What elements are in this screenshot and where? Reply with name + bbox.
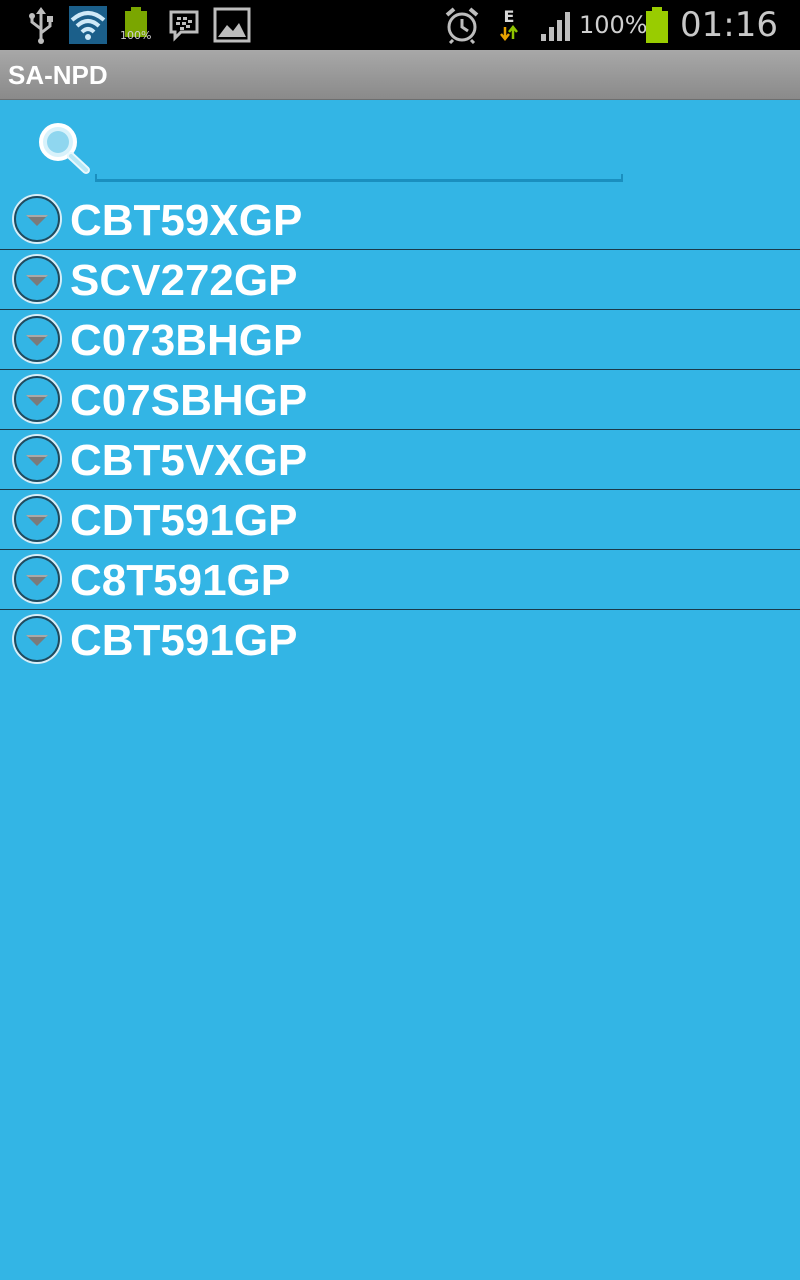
network-type-label: E [503,7,515,26]
expand-arrow-icon[interactable] [9,313,65,369]
expandable-list: CBT59XGP SCV272GP C073BHGP C07SBHGP CBT5… [0,190,800,670]
bbm-icon [166,0,202,50]
list-item-label: CBT5VXGP [70,436,308,485]
gallery-icon [212,0,252,50]
list-item-label: CDT591GP [70,496,298,545]
list-item[interactable]: C073BHGP [0,310,800,370]
expand-arrow-icon[interactable] [9,433,65,489]
list-item[interactable]: CBT591GP [0,610,800,670]
expand-arrow-icon[interactable] [9,373,65,429]
data-edge-icon: E [494,0,524,50]
list-item[interactable]: CBT5VXGP [0,430,800,490]
battery-icon [644,0,670,50]
search-bar [0,100,800,190]
wifi-icon [68,0,108,50]
list-item[interactable]: SCV272GP [0,250,800,310]
list-item-label: C07SBHGP [70,376,308,425]
signal-icon [538,0,576,50]
usb-icon [24,0,58,50]
list-item[interactable]: CBT59XGP [0,190,800,250]
status-bar: 100% E 100% 01:16 [0,0,800,50]
search-icon[interactable] [34,118,94,178]
list-item-label: C8T591GP [70,556,291,605]
expand-arrow-icon[interactable] [9,613,65,669]
title-bar: SA-NPD [0,50,800,100]
list-item[interactable]: CDT591GP [0,490,800,550]
expand-arrow-icon[interactable] [9,193,65,249]
list-item-label: SCV272GP [70,256,298,305]
list-item-label: CBT591GP [70,616,298,665]
list-item-label: C073BHGP [70,316,303,365]
list-item[interactable]: C8T591GP [0,550,800,610]
mini-battery-label: 100% [120,28,152,42]
list-item-label: CBT59XGP [70,196,303,245]
alarm-icon [442,0,482,50]
app-title: SA-NPD [8,59,108,90]
expand-arrow-icon[interactable] [9,253,65,309]
list-item[interactable]: C07SBHGP [0,370,800,430]
clock: 01:16 [680,5,778,45]
search-underline [95,174,623,182]
battery-percent-label: 100% [579,11,648,39]
expand-arrow-icon[interactable] [9,493,65,549]
search-input[interactable] [95,140,627,182]
expand-arrow-icon[interactable] [9,553,65,609]
